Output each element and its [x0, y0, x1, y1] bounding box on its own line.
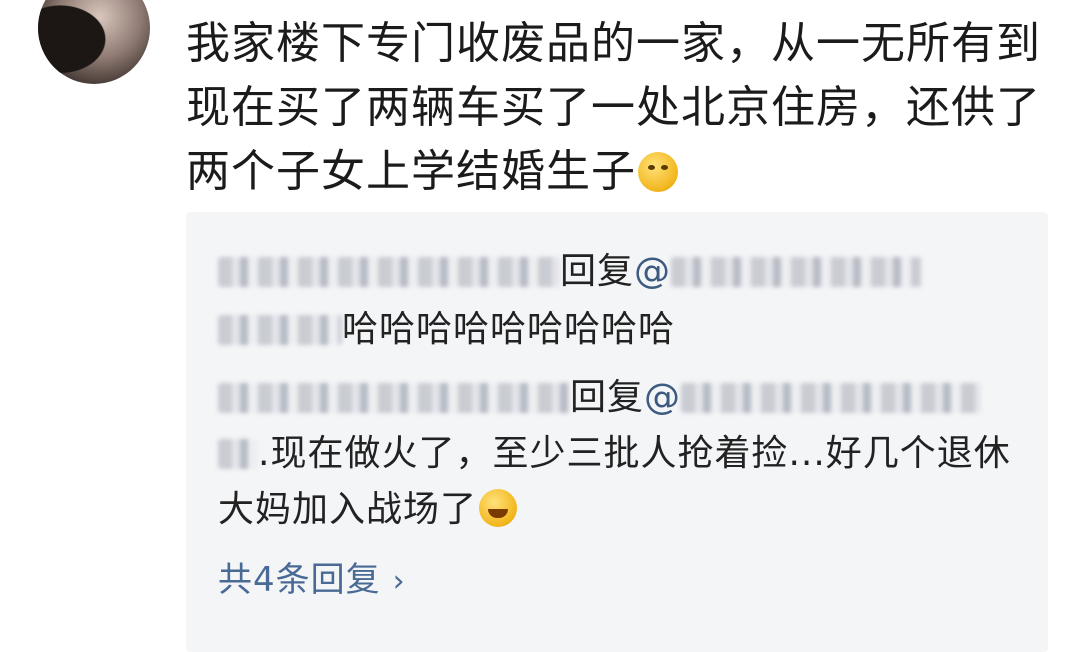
- laugh-cry-emoji-icon: [479, 489, 518, 527]
- blurred-username-fragment: [218, 315, 342, 345]
- reply-action-label: 回复: [560, 251, 635, 292]
- more-replies-label: 共4条回复: [218, 560, 381, 600]
- blurred-mention-name: [681, 383, 982, 413]
- reply-action-label: 回复: [570, 377, 645, 418]
- blurred-username: [218, 383, 570, 413]
- more-replies-link[interactable]: 共4条回复 ›: [218, 552, 406, 601]
- comment-text: 我家楼下专门收废品的一家，从一无所有到现在买了两辆车买了一处北京住房，还供了两个…: [186, 18, 1041, 197]
- reply-item[interactable]: 回复@: [218, 244, 1018, 300]
- blurred-username: [218, 257, 560, 287]
- blurred-mention-fragment: [218, 439, 258, 469]
- commenter-avatar[interactable]: [38, 0, 150, 84]
- comment-body: 我家楼下专门收废品的一家，从一无所有到现在买了两辆车买了一处北京住房，还供了两个…: [186, 12, 1056, 204]
- mention-prefix[interactable]: @: [634, 251, 671, 292]
- blurred-mention-name: [671, 257, 922, 287]
- chevron-right-icon: ›: [392, 564, 406, 599]
- reply-item-text: 哈哈哈哈哈哈哈哈哈: [218, 302, 1018, 358]
- reply-item-text: .现在做火了，至少三批人抢着捡...好几个退休大妈加入战场了: [218, 426, 1018, 538]
- reply-text: .现在做火了，至少三批人抢着捡...好几个退休大妈加入战场了: [218, 433, 1011, 530]
- reply-text: 哈哈哈哈哈哈哈哈哈: [342, 309, 676, 350]
- shy-smile-emoji-icon: [638, 152, 678, 192]
- avatar-image: [38, 0, 150, 84]
- mention-prefix[interactable]: @: [644, 377, 681, 418]
- reply-item[interactable]: 回复@: [218, 370, 1018, 426]
